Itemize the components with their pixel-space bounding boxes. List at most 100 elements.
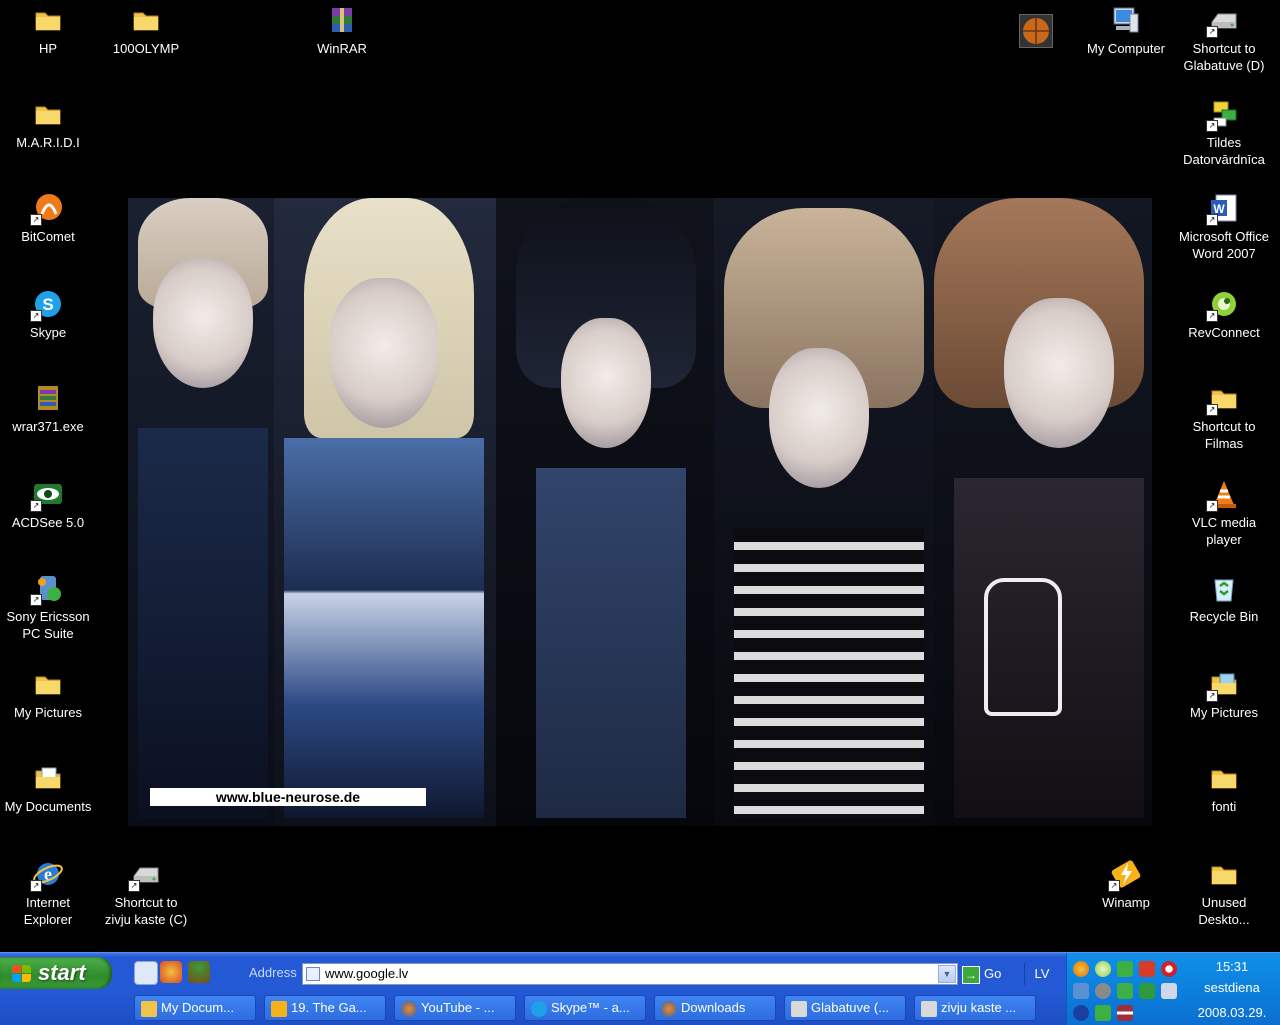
task-button-youtube[interactable]: YouTube - ... xyxy=(394,995,516,1021)
shortcut-arrow-icon: ↗ xyxy=(30,594,42,606)
folder-icon xyxy=(32,668,64,700)
word-icon: W ↗ xyxy=(1206,192,1240,226)
vlc-cone-icon: ↗ xyxy=(1206,478,1240,512)
antivirus-tray-icon[interactable] xyxy=(1139,961,1155,977)
computer-icon xyxy=(1110,4,1142,36)
drive-icon xyxy=(921,1000,937,1017)
speaker-tray-icon[interactable] xyxy=(1095,983,1111,999)
tree-quicklaunch-icon[interactable] xyxy=(188,961,210,983)
desktop-icon-shortcut-filmas[interactable]: ↗ Shortcut to Filmas xyxy=(1176,382,1272,452)
windows-logo-icon xyxy=(12,965,32,983)
skype-icon: S ↗ xyxy=(30,288,64,322)
chevron-down-icon[interactable]: ▼ xyxy=(938,965,956,983)
desktop-icon-my-pictures-right[interactable]: ↗ My Pictures xyxy=(1176,668,1272,721)
address-input[interactable]: www.google.lv ▼ xyxy=(302,963,958,985)
sony-ericsson-tray-icon[interactable] xyxy=(1095,1005,1111,1021)
go-arrow-icon: → xyxy=(962,965,980,984)
shortcut-arrow-icon: ↗ xyxy=(1206,214,1218,226)
shortcut-arrow-icon: ↗ xyxy=(1206,310,1218,322)
folder-icon xyxy=(141,1000,157,1017)
desktop-icon-acdsee[interactable]: ↗ ACDSee 5.0 xyxy=(0,478,96,531)
stop-tray-icon[interactable] xyxy=(1161,961,1177,977)
desktop-icon-wrar[interactable]: wrar371.exe xyxy=(0,382,96,435)
go-label: Go xyxy=(984,966,1002,981)
drive-icon xyxy=(791,1000,807,1017)
desktop-icon-internet-explorer[interactable]: e ↗ Internet Explorer xyxy=(0,858,96,928)
winrar-icon xyxy=(326,4,358,36)
sony-ericsson-icon: ↗ xyxy=(30,572,64,606)
desktop-icon-unused-desktop-shortcuts[interactable]: Unused Deskto... xyxy=(1176,858,1272,928)
go-button[interactable]: → Go xyxy=(962,963,1012,985)
firefox-icon xyxy=(661,1000,677,1017)
desktop-icon-my-documents[interactable]: My Documents xyxy=(0,762,96,815)
wallpaper-panel-1 xyxy=(128,198,274,826)
drive-icon: ↗ xyxy=(128,858,162,892)
acdsee-eye-icon: ↗ xyxy=(30,478,64,512)
my-pictures-folder-icon: ↗ xyxy=(1206,668,1240,702)
folder-icon xyxy=(32,4,64,36)
revconnect-icon: ↗ xyxy=(1206,288,1240,322)
desktop-icon-my-computer[interactable]: My Computer xyxy=(1078,4,1174,57)
shortcut-arrow-icon: ↗ xyxy=(1108,880,1120,892)
folder-icon: ↗ xyxy=(1206,382,1240,416)
wallpaper-url: www.blue-neurose.de xyxy=(150,788,426,806)
task-button-glabatuve[interactable]: Glabatuve (... xyxy=(784,995,906,1021)
browser-quicklaunch-icon[interactable] xyxy=(160,961,182,983)
svg-text:S: S xyxy=(42,295,53,314)
folder-icon xyxy=(1208,762,1240,794)
desktop-icon-fonti[interactable]: fonti xyxy=(1176,762,1272,815)
language-indicator[interactable]: LV xyxy=(1024,963,1059,985)
bitcomet-tray-icon[interactable] xyxy=(1073,961,1089,977)
folder-icon xyxy=(32,98,64,130)
show-desktop-icon[interactable] xyxy=(134,961,158,985)
winrar-installer-icon xyxy=(32,382,64,414)
task-button-winamp[interactable]: 19. The Ga... xyxy=(264,995,386,1021)
desktop-icon-100olymp[interactable]: 100OLYMP xyxy=(98,4,194,57)
shortcut-arrow-icon: ↗ xyxy=(1206,26,1218,38)
task-button-my-documents[interactable]: My Docum... xyxy=(134,995,256,1021)
shortcut-arrow-icon: ↗ xyxy=(30,310,42,322)
wallpaper-panel-4 xyxy=(714,198,934,826)
task-button-zivju-kaste[interactable]: zivju kaste ... xyxy=(914,995,1036,1021)
wireless-tray-icon[interactable] xyxy=(1073,1005,1089,1021)
clock-day: sestdiena xyxy=(1204,980,1260,995)
sync-tray-icon[interactable] xyxy=(1117,961,1133,977)
folder-icon xyxy=(1208,858,1240,890)
shortcut-arrow-icon: ↗ xyxy=(30,500,42,512)
desktop-icon-maridi[interactable]: M.A.R.I.D.I xyxy=(0,98,96,151)
clock-date: 2008.03.29. xyxy=(1197,1005,1267,1020)
clock-time[interactable]: 15:31 xyxy=(1190,959,1274,974)
desktop-icon-hp[interactable]: HP xyxy=(0,4,96,57)
network-tray-icon[interactable] xyxy=(1073,983,1089,999)
update-tray-icon[interactable] xyxy=(1139,983,1155,999)
desktop-icon-recycle-bin[interactable]: Recycle Bin xyxy=(1176,572,1272,625)
shortcut-arrow-icon: ↗ xyxy=(1206,690,1218,702)
latvian-flag-icon[interactable] xyxy=(1117,1005,1133,1021)
task-button-downloads[interactable]: Downloads xyxy=(654,995,776,1021)
revconnect-tray-icon[interactable] xyxy=(1095,961,1111,977)
desktop-icon-skype[interactable]: S ↗ Skype xyxy=(0,288,96,341)
desktop-icon-unnamed-orb[interactable] xyxy=(1006,14,1066,52)
taskbar: start Address www.google.lv ▼ → Go LV My … xyxy=(0,952,1280,1025)
desktop-icon-winamp[interactable]: ↗ Winamp xyxy=(1078,858,1174,911)
desktop-icon-vlc[interactable]: ↗ VLC media player xyxy=(1176,478,1272,548)
display-tray-icon[interactable] xyxy=(1161,983,1177,999)
desktop-icon-my-pictures-left[interactable]: My Pictures xyxy=(0,668,96,721)
firefox-icon xyxy=(401,1000,417,1017)
desktop-icon-sony-ericsson[interactable]: ↗ Sony Ericsson PC Suite xyxy=(0,572,96,642)
safely-remove-tray-icon[interactable] xyxy=(1117,983,1133,999)
my-documents-icon xyxy=(32,762,64,794)
task-button-skype[interactable]: Skype™ - a... xyxy=(524,995,646,1021)
desktop-icon-bitcomet[interactable]: ↗ BitComet xyxy=(0,192,96,245)
skype-icon xyxy=(531,1000,547,1017)
desktop-icon-shortcut-glabatuve[interactable]: ↗ Shortcut to Glabatuve (D) xyxy=(1176,4,1272,74)
desktop-icon-tildes[interactable]: ↗ Tildes Datorvārdnīca xyxy=(1176,98,1272,168)
desktop-icon-word-2007[interactable]: W ↗ Microsoft Office Word 2007 xyxy=(1176,192,1272,262)
winamp-lightning-icon: ↗ xyxy=(1108,858,1142,892)
desktop-icon-shortcut-zivju-kaste[interactable]: ↗ Shortcut to zivju kaste (C) xyxy=(98,858,194,928)
desktop-icon-revconnect[interactable]: ↗ RevConnect xyxy=(1176,288,1272,341)
winamp-icon xyxy=(271,1000,287,1017)
desktop-icon-winrar[interactable]: WinRAR xyxy=(294,4,390,57)
wallpaper-panel-5 xyxy=(934,198,1152,826)
start-button[interactable]: start xyxy=(0,957,112,989)
